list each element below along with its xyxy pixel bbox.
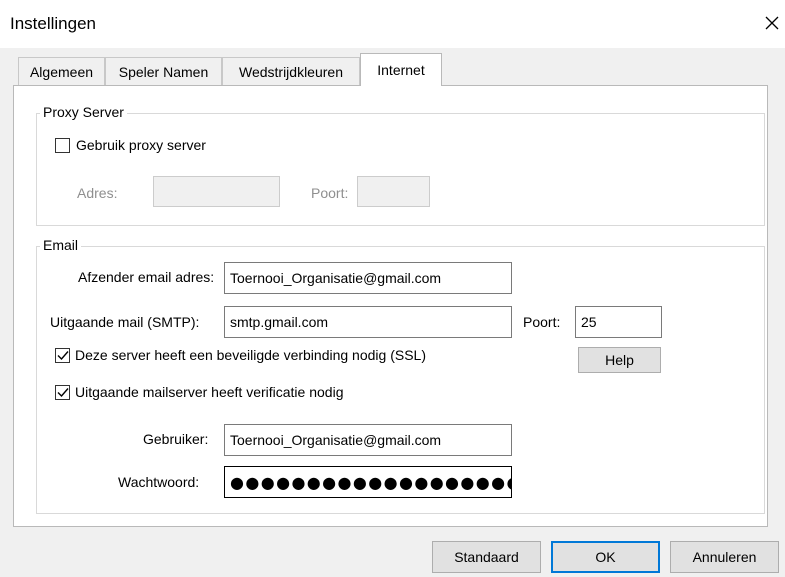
password-input[interactable]: ●●●●●●●●●●●●●●●●●●●●●●●●●●●: [224, 466, 512, 498]
tab-algemeen[interactable]: Algemeen: [18, 57, 105, 85]
proxy-port-label: Poort:: [311, 185, 349, 201]
auth-label: Uitgaande mailserver heeft verificatie n…: [75, 384, 344, 400]
use-proxy-checkbox[interactable]: [55, 138, 70, 153]
user-label: Gebruiker:: [143, 431, 209, 447]
tab-speler-namen[interactable]: Speler Namen: [105, 57, 222, 85]
sender-label: Afzender email adres:: [78, 269, 215, 285]
cancel-button[interactable]: Annuleren: [670, 541, 779, 573]
proxy-port-input[interactable]: [357, 176, 430, 207]
title-bar: [0, 0, 785, 48]
use-proxy-label: Gebruik proxy server: [76, 137, 206, 153]
close-icon[interactable]: [759, 8, 785, 38]
email-legend: Email: [40, 237, 82, 253]
smtp-port-input[interactable]: 25: [575, 306, 662, 338]
help-button[interactable]: Help: [578, 347, 661, 373]
checkmark-icon: [57, 388, 69, 398]
proxy-address-input[interactable]: [153, 176, 280, 207]
password-label: Wachtwoord:: [118, 474, 200, 490]
proxy-server-group: [36, 113, 765, 226]
tab-internet[interactable]: Internet: [360, 53, 442, 86]
ssl-label: Deze server heeft een beveiligde verbind…: [75, 347, 426, 363]
proxy-server-legend: Proxy Server: [40, 104, 127, 120]
auth-checkbox[interactable]: [55, 385, 70, 400]
smtp-port-label: Poort:: [523, 314, 561, 330]
user-input[interactable]: Toernooi_Organisatie@gmail.com: [224, 424, 512, 456]
standaard-button[interactable]: Standaard: [432, 541, 541, 573]
proxy-address-label: Adres:: [77, 185, 118, 201]
window-title: Instellingen: [10, 14, 97, 33]
tab-wedstrijdkleuren[interactable]: Wedstrijdkleuren: [222, 57, 360, 85]
checkmark-icon: [57, 351, 69, 361]
ssl-checkbox[interactable]: [55, 348, 70, 363]
smtp-label: Uitgaande mail (SMTP):: [50, 314, 200, 330]
ok-button[interactable]: OK: [551, 541, 660, 573]
smtp-input[interactable]: smtp.gmail.com: [224, 306, 512, 338]
sender-email-input[interactable]: Toernooi_Organisatie@gmail.com: [224, 262, 512, 294]
